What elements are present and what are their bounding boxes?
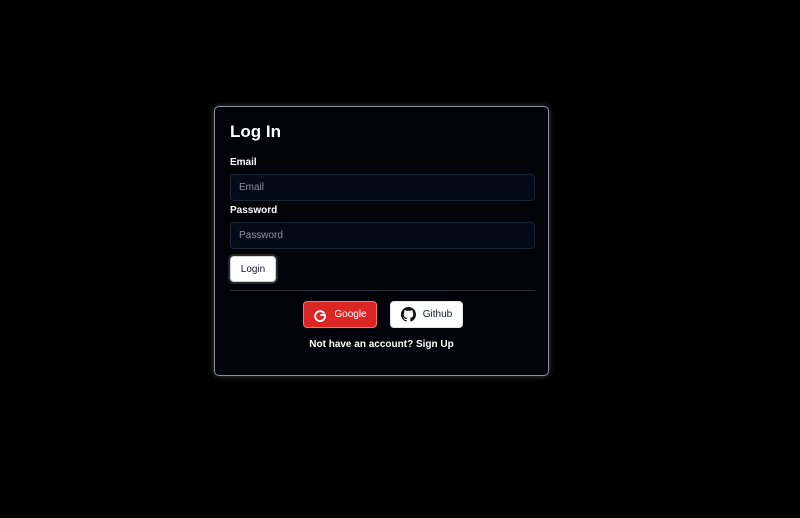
signup-prompt-text: Not have an account? (309, 339, 414, 350)
signup-prompt: Not have an account? Sign Up (215, 339, 548, 350)
divider (230, 290, 535, 291)
google-login-button[interactable]: Google (303, 301, 377, 328)
email-label: Email (230, 157, 257, 168)
login-button[interactable]: Login (230, 256, 276, 282)
form-title: Log In (230, 122, 281, 141)
signup-link[interactable]: Sign Up (416, 339, 454, 350)
login-card: Log In Email Password Login Google Githu… (214, 106, 549, 376)
google-icon (313, 308, 327, 322)
password-label: Password (230, 205, 278, 216)
github-button-label: Github (422, 309, 453, 320)
google-button-label: Google (334, 309, 367, 320)
password-input[interactable] (230, 222, 535, 249)
github-login-button[interactable]: Github (390, 301, 463, 328)
github-icon (400, 307, 416, 322)
email-input[interactable] (230, 174, 535, 201)
